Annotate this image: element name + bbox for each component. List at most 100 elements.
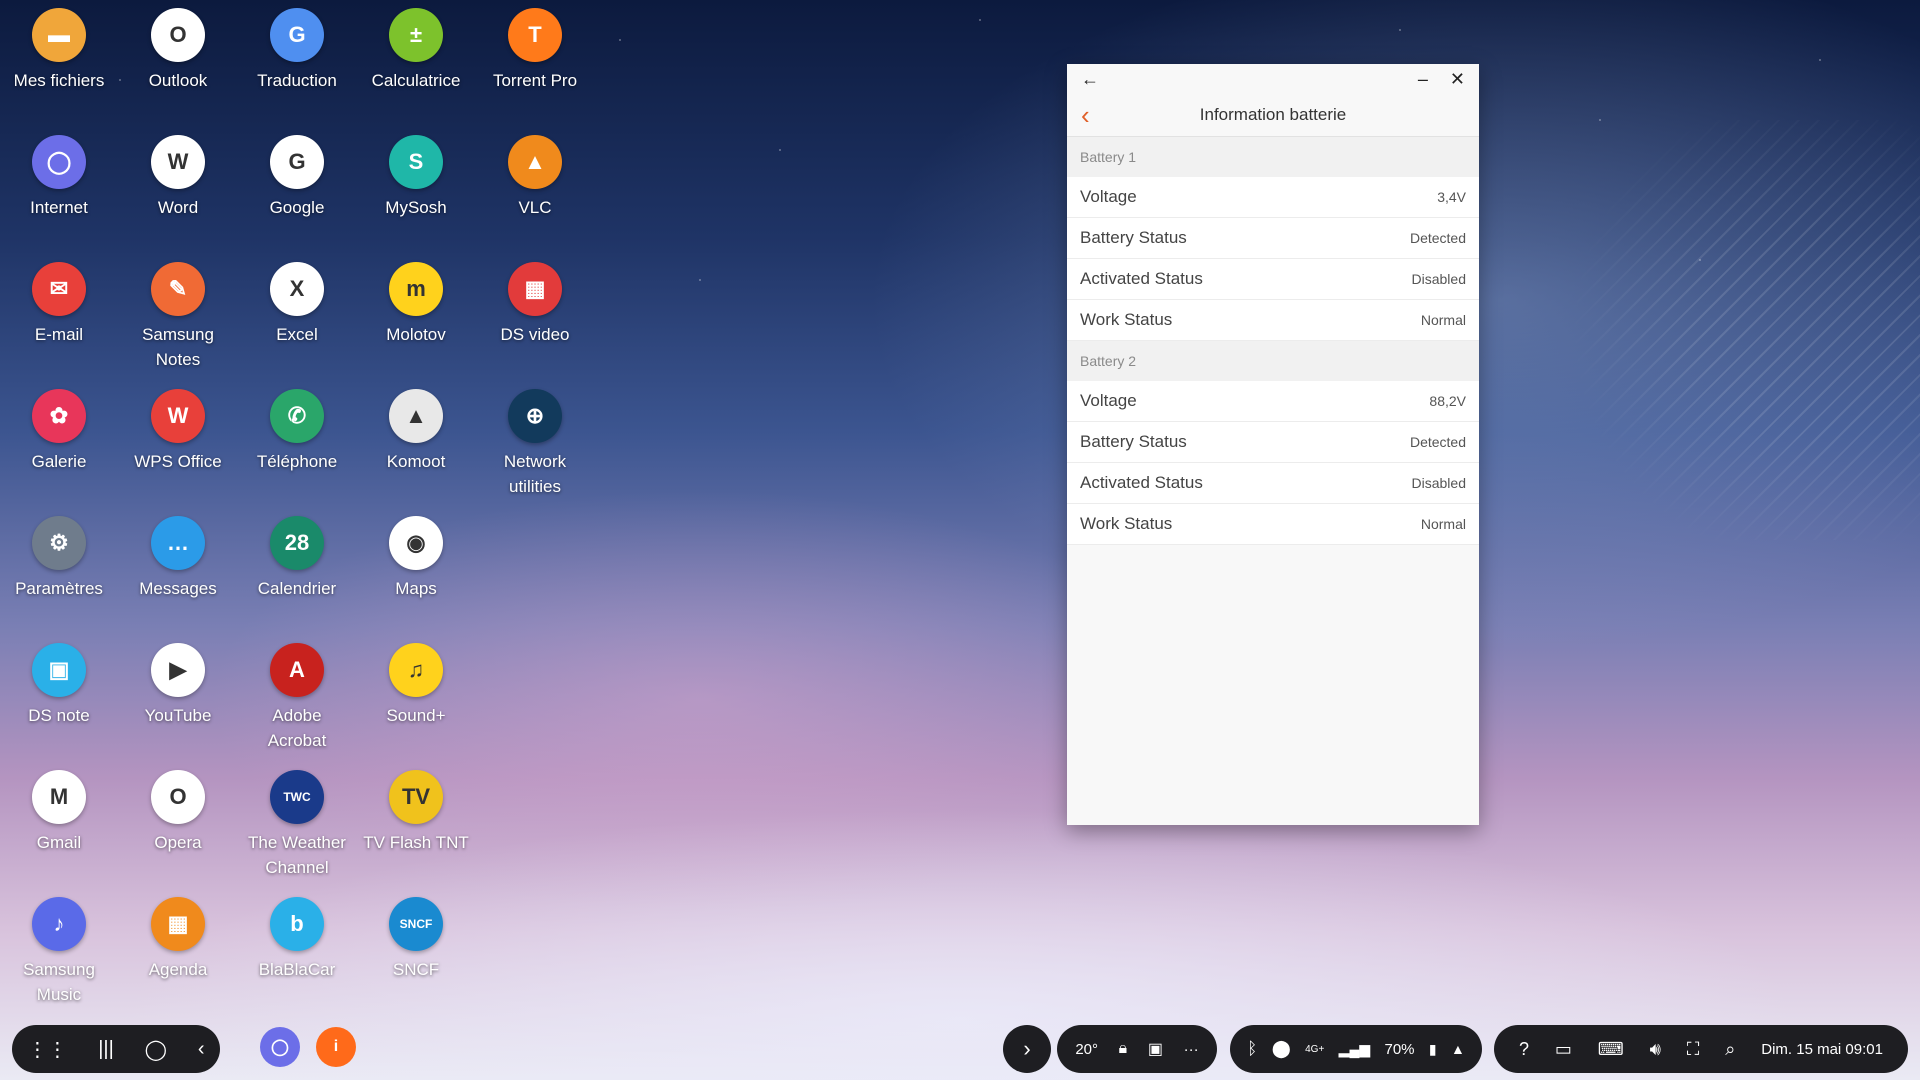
desktop-app-grid: ▬ Mes fichiers O Outlook G Traduction ± Calcula…	[0, 8, 600, 1008]
app-blablacar[interactable]: b BlaBlaCar	[238, 897, 356, 982]
app-mysosh[interactable]: S MySosh	[357, 135, 475, 220]
app-label: BlaBlaCar	[258, 960, 336, 979]
search-icon[interactable]: ⌕	[1725, 1039, 1735, 1060]
app-tvflash[interactable]: TV TV Flash TNT	[357, 770, 475, 855]
network-icon: ⊕	[508, 389, 562, 443]
app-outlook[interactable]: O Outlook	[119, 8, 237, 93]
app-sound[interactable]: ♫ Sound+	[357, 643, 475, 728]
app-label: Opera	[154, 833, 202, 852]
app-label: SNCF	[392, 960, 440, 979]
app-opera[interactable]: O Opera	[119, 770, 237, 855]
info-value: Detected	[1409, 230, 1466, 246]
app-dsvideo[interactable]: ▦ DS video	[476, 262, 594, 347]
window-back-arrow-icon[interactable]: ←	[1081, 69, 1099, 90]
sound-icon: ♫	[389, 643, 443, 697]
app-phone[interactable]: ✆ Téléphone	[238, 389, 356, 474]
app-weather[interactable]: TWC The Weather Channel	[238, 770, 356, 880]
network-type-text: 4G+	[1305, 1043, 1325, 1055]
app-calculator[interactable]: ± Calculatrice	[357, 8, 475, 93]
app-label: Maps	[395, 579, 437, 598]
gallery-icon: ✿	[32, 389, 86, 443]
screen-capture-icon[interactable]: ⛶	[1687, 1039, 1700, 1060]
home-icon[interactable]: ◯	[145, 1037, 167, 1062]
app-label: Komoot	[386, 452, 446, 471]
app-label: Traduction	[257, 71, 337, 90]
app-agenda[interactable]: ▦ Agenda	[119, 897, 237, 982]
info-key: Activated Status	[1080, 473, 1203, 492]
youtube-icon: ▶	[151, 643, 205, 697]
gmail-icon: M	[32, 770, 86, 824]
expand-chevron-icon[interactable]: ›	[1003, 1025, 1051, 1073]
app-google[interactable]: G Google	[238, 135, 356, 220]
tvflash-icon: TV	[389, 770, 443, 824]
app-dsnote[interactable]: ▣ DS note	[0, 643, 118, 728]
app-label: Gmail	[36, 833, 82, 852]
app-folder[interactable]: ▬ Mes fichiers	[0, 8, 118, 93]
app-komoot[interactable]: ▲ Komoot	[357, 389, 475, 474]
opera-icon: O	[151, 770, 205, 824]
app-youtube[interactable]: ▶ YouTube	[119, 643, 237, 728]
app-label: The Weather Channel	[248, 833, 346, 877]
app-calendar[interactable]: 28 Calendrier	[238, 516, 356, 601]
app-notes[interactable]: ✎ Samsung Notes	[119, 262, 237, 372]
info-value: Normal	[1420, 516, 1466, 532]
taskbar-internet-icon[interactable]: ◯	[260, 1027, 300, 1067]
app-torrent[interactable]: T Torrent Pro	[476, 8, 594, 93]
app-internet[interactable]: ◯ Internet	[0, 135, 118, 220]
close-icon[interactable]: ✕	[1450, 69, 1465, 90]
keyboard-icon[interactable]: ⌨	[1598, 1039, 1624, 1060]
app-label: Paramètres	[15, 579, 103, 598]
battery-info-window: ← – ✕ ‹ Information batterie Battery 1 Vo…	[1067, 64, 1479, 825]
back-chevron-icon[interactable]: ‹	[1081, 102, 1090, 128]
app-sncf[interactable]: SNCF SNCF	[357, 897, 475, 982]
app-network[interactable]: ⊕ Network utilities	[476, 389, 594, 499]
app-gmail[interactable]: M Gmail	[0, 770, 118, 855]
app-vlc[interactable]: ▲ VLC	[476, 135, 594, 220]
app-email[interactable]: ✉ E-mail	[0, 262, 118, 347]
page-title: Information batterie	[1199, 105, 1347, 124]
app-header: ‹ Information batterie	[1067, 94, 1479, 137]
section-header: Battery 2	[1067, 341, 1479, 381]
display-icon[interactable]: ▭	[1555, 1039, 1572, 1060]
info-value: Disabled	[1411, 475, 1466, 491]
app-drawer-icon[interactable]: ⋮⋮	[27, 1037, 67, 1062]
app-maps[interactable]: ◉ Maps	[357, 516, 475, 601]
more-notifications-text[interactable]: ···	[1184, 1041, 1199, 1058]
volume-icon[interactable]: 🔊︎	[1650, 1039, 1661, 1060]
app-music[interactable]: ♪ Samsung Music	[0, 897, 118, 1007]
app-label: YouTube	[144, 706, 212, 725]
info-row: Activated Status Disabled	[1067, 463, 1479, 504]
excel-icon: X	[270, 262, 324, 316]
app-acrobat[interactable]: A Adobe Acrobat	[238, 643, 356, 753]
chevron-up-icon[interactable]: ▲	[1451, 1041, 1465, 1057]
minimize-icon[interactable]: –	[1418, 69, 1428, 90]
app-messages[interactable]: … Messages	[119, 516, 237, 601]
nav-bar: ⋮⋮ ||| ◯ ‹	[12, 1025, 220, 1073]
app-label: Network utilities	[503, 452, 567, 496]
app-settings[interactable]: ⚙ Paramètres	[0, 516, 118, 601]
clock-datetime[interactable]: Dim. 15 mai 09:01	[1761, 1041, 1883, 1058]
taskbar-app-icon[interactable]: i	[316, 1027, 356, 1067]
folder-icon: ▬	[32, 8, 86, 62]
app-label: Messages	[139, 579, 217, 598]
info-key: Voltage	[1080, 187, 1137, 206]
app-gallery[interactable]: ✿ Galerie	[0, 389, 118, 474]
back-icon[interactable]: ‹	[198, 1038, 205, 1061]
recent-apps-icon[interactable]: |||	[98, 1038, 114, 1061]
info-row: Voltage 88,2V	[1067, 381, 1479, 422]
google-icon: G	[270, 135, 324, 189]
app-label: Calendrier	[257, 579, 337, 598]
section-header: Battery 1	[1067, 137, 1479, 177]
app-wps[interactable]: W WPS Office	[119, 389, 237, 474]
dsnote-icon: ▣	[32, 643, 86, 697]
internet-icon: ◯	[32, 135, 86, 189]
help-icon[interactable]: ?	[1519, 1039, 1529, 1060]
app-translate[interactable]: G Traduction	[238, 8, 356, 93]
app-excel[interactable]: X Excel	[238, 262, 356, 347]
location-icon: ⬤	[1271, 1039, 1291, 1058]
info-key: Battery Status	[1080, 228, 1187, 247]
status-group-center[interactable]: ᛒ ⬤ 4G+ ▂▄▆ 70% ▮ ▲	[1230, 1025, 1482, 1073]
app-word[interactable]: W Word	[119, 135, 237, 220]
info-row: Battery Status Detected	[1067, 422, 1479, 463]
app-molotov[interactable]: m Molotov	[357, 262, 475, 347]
